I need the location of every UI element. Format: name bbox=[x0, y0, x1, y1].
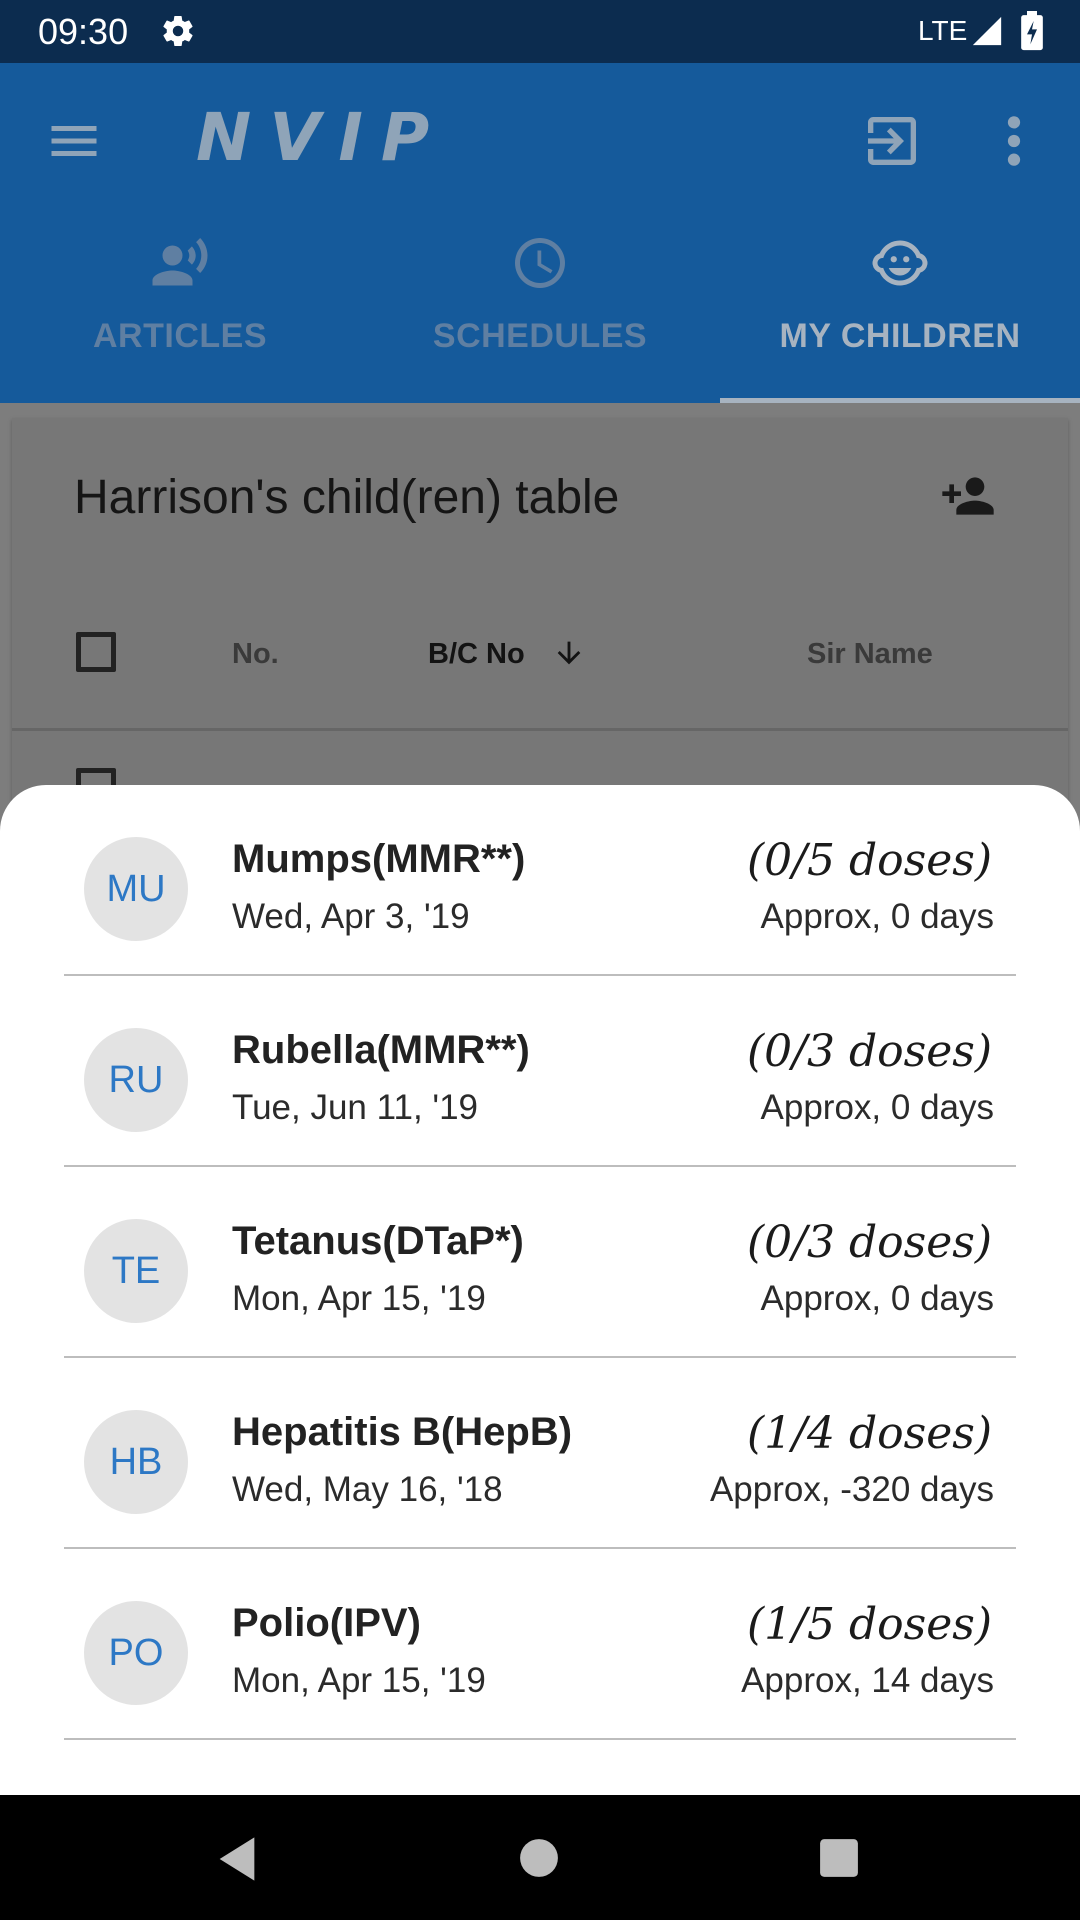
column-header-no[interactable]: No. bbox=[232, 638, 279, 671]
vaccine-date: Wed, Apr 3, '19 bbox=[232, 897, 470, 936]
status-time: 09:30 bbox=[38, 11, 129, 52]
vaccine-doses: (1/4 doses) bbox=[747, 1408, 992, 1459]
tab-articles[interactable]: ARTICLES bbox=[0, 233, 360, 403]
app-bar: NVIP ARTICLES SCHEDULES MY CHILDREN bbox=[0, 63, 1080, 404]
arrow-down-icon bbox=[557, 641, 581, 665]
clock-icon bbox=[515, 238, 565, 288]
network-type: LTE bbox=[918, 15, 968, 46]
vaccine-approx: Approx, 0 days bbox=[760, 1279, 994, 1318]
tab-articles-label: ARTICLES bbox=[93, 317, 267, 355]
status-bar: 09:30 LTE bbox=[0, 0, 1080, 63]
recents-icon[interactable] bbox=[818, 1837, 860, 1879]
vaccine-item[interactable]: TE Tetanus(DTaP*) Mon, Apr 15, '19 (0/3 … bbox=[0, 1167, 1080, 1358]
home-icon[interactable] bbox=[518, 1837, 560, 1879]
vaccine-date: Wed, May 16, '18 bbox=[232, 1470, 503, 1509]
signal-icon bbox=[972, 16, 1002, 46]
avatar: RU bbox=[84, 1028, 188, 1132]
add-person-icon[interactable] bbox=[936, 468, 1000, 524]
vaccine-doses: (1/5 doses) bbox=[747, 1599, 992, 1650]
vaccine-approx: Approx, 0 days bbox=[760, 1088, 994, 1127]
children-table-card: Harrison's child(ren) table No. B/C No S… bbox=[12, 418, 1068, 818]
vaccine-item[interactable]: RU Rubella(MMR**) Tue, Jun 11, '19 (0/3 … bbox=[0, 976, 1080, 1167]
vaccine-name: Polio(IPV) bbox=[232, 1601, 421, 1645]
menu-icon[interactable] bbox=[44, 111, 104, 171]
vaccine-item[interactable]: PO Polio(IPV) Mon, Apr 15, '19 (1/5 dose… bbox=[0, 1549, 1080, 1740]
back-icon[interactable] bbox=[214, 1833, 260, 1885]
vaccine-name: Mumps(MMR**) bbox=[232, 837, 526, 881]
vaccine-item[interactable]: MU Mumps(MMR**) Wed, Apr 3, '19 (0/5 dos… bbox=[0, 785, 1080, 976]
logout-icon[interactable] bbox=[860, 109, 924, 173]
avatar: TE bbox=[84, 1219, 188, 1323]
column-header-sir-name[interactable]: Sir Name bbox=[807, 638, 933, 671]
avatar: PO bbox=[84, 1601, 188, 1705]
overflow-menu-icon[interactable] bbox=[990, 109, 1038, 173]
divider bbox=[64, 1738, 1016, 1740]
vaccine-name: Tetanus(DTaP*) bbox=[232, 1219, 524, 1263]
vaccine-date: Mon, Apr 15, '19 bbox=[232, 1279, 486, 1318]
tab-schedules[interactable]: SCHEDULES bbox=[360, 233, 720, 403]
vaccine-approx: Approx, 14 days bbox=[741, 1661, 994, 1700]
vaccine-name: Rubella(MMR**) bbox=[232, 1028, 530, 1072]
baby-face-icon bbox=[872, 240, 928, 286]
vaccine-date: Mon, Apr 15, '19 bbox=[232, 1661, 486, 1700]
tab-my-children[interactable]: MY CHILDREN bbox=[720, 233, 1080, 403]
vaccine-doses: (0/3 doses) bbox=[747, 1026, 992, 1077]
speaker-person-icon bbox=[152, 238, 208, 286]
select-all-checkbox[interactable] bbox=[76, 632, 116, 672]
gear-icon bbox=[163, 16, 193, 47]
vaccine-bottom-sheet: MU Mumps(MMR**) Wed, Apr 3, '19 (0/5 dos… bbox=[0, 785, 1080, 1795]
battery-icon bbox=[1021, 11, 1043, 51]
tab-my-children-label: MY CHILDREN bbox=[779, 317, 1021, 355]
vaccine-doses: (0/5 doses) bbox=[747, 835, 992, 886]
vaccine-approx: Approx, 0 days bbox=[760, 897, 994, 936]
column-header-bc-no[interactable]: B/C No bbox=[428, 638, 525, 671]
vaccine-item[interactable]: HB Hepatitis B(HepB) Wed, May 16, '18 (1… bbox=[0, 1358, 1080, 1549]
vaccine-doses: (0/3 doses) bbox=[747, 1217, 992, 1268]
avatar: MU bbox=[84, 837, 188, 941]
vaccine-date: Tue, Jun 11, '19 bbox=[232, 1088, 479, 1127]
app-logo: NVIP bbox=[196, 99, 448, 176]
system-navigation-bar bbox=[0, 1795, 1080, 1920]
card-title: Harrison's child(ren) table bbox=[74, 471, 620, 524]
tab-schedules-label: SCHEDULES bbox=[432, 317, 648, 355]
divider bbox=[12, 728, 1068, 731]
vaccine-approx: Approx, -320 days bbox=[709, 1470, 994, 1509]
avatar: HB bbox=[84, 1410, 188, 1514]
vaccine-name: Hepatitis B(HepB) bbox=[232, 1410, 573, 1454]
